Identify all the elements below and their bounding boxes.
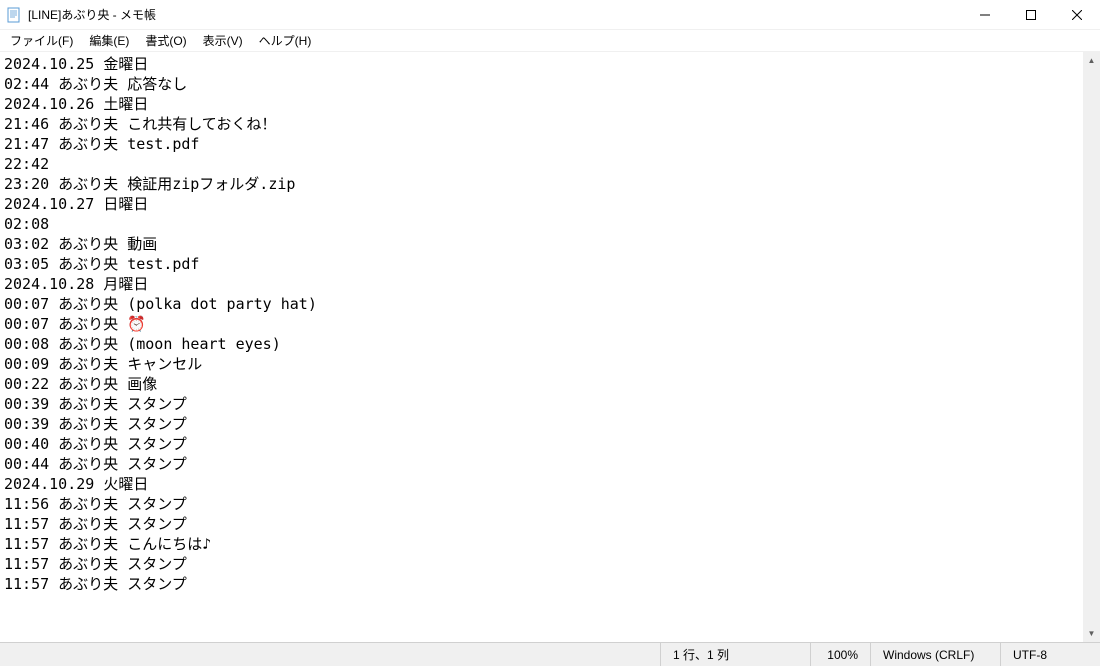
window-controls [962, 0, 1100, 29]
scrollbar-down-arrow[interactable]: ▼ [1083, 625, 1100, 642]
text-editor[interactable]: 2024.10.25 金曜日 02:44 あぶり夫 応答なし 2024.10.2… [0, 52, 1083, 642]
status-line-ending: Windows (CRLF) [870, 643, 1000, 666]
status-position: 1 行、1 列 [660, 643, 810, 666]
scrollbar-up-arrow[interactable]: ▲ [1083, 52, 1100, 69]
vertical-scrollbar[interactable]: ▲ ▼ [1083, 52, 1100, 642]
menu-format[interactable]: 書式(O) [137, 30, 194, 51]
notepad-icon [6, 7, 22, 23]
menu-help[interactable]: ヘルプ(H) [251, 30, 320, 51]
status-zoom: 100% [810, 643, 870, 666]
menu-edit[interactable]: 編集(E) [81, 30, 137, 51]
menubar: ファイル(F) 編集(E) 書式(O) 表示(V) ヘルプ(H) [0, 30, 1100, 52]
content-area: 2024.10.25 金曜日 02:44 あぶり夫 応答なし 2024.10.2… [0, 52, 1100, 642]
scrollbar-track[interactable] [1083, 69, 1100, 625]
titlebar: [LINE]あぶり央 - メモ帳 [0, 0, 1100, 30]
close-button[interactable] [1054, 0, 1100, 30]
status-encoding: UTF-8 [1000, 643, 1100, 666]
minimize-button[interactable] [962, 0, 1008, 30]
statusbar: 1 行、1 列 100% Windows (CRLF) UTF-8 [0, 642, 1100, 666]
maximize-button[interactable] [1008, 0, 1054, 30]
menu-file[interactable]: ファイル(F) [2, 30, 81, 51]
menu-view[interactable]: 表示(V) [195, 30, 251, 51]
window-title: [LINE]あぶり央 - メモ帳 [28, 6, 962, 23]
